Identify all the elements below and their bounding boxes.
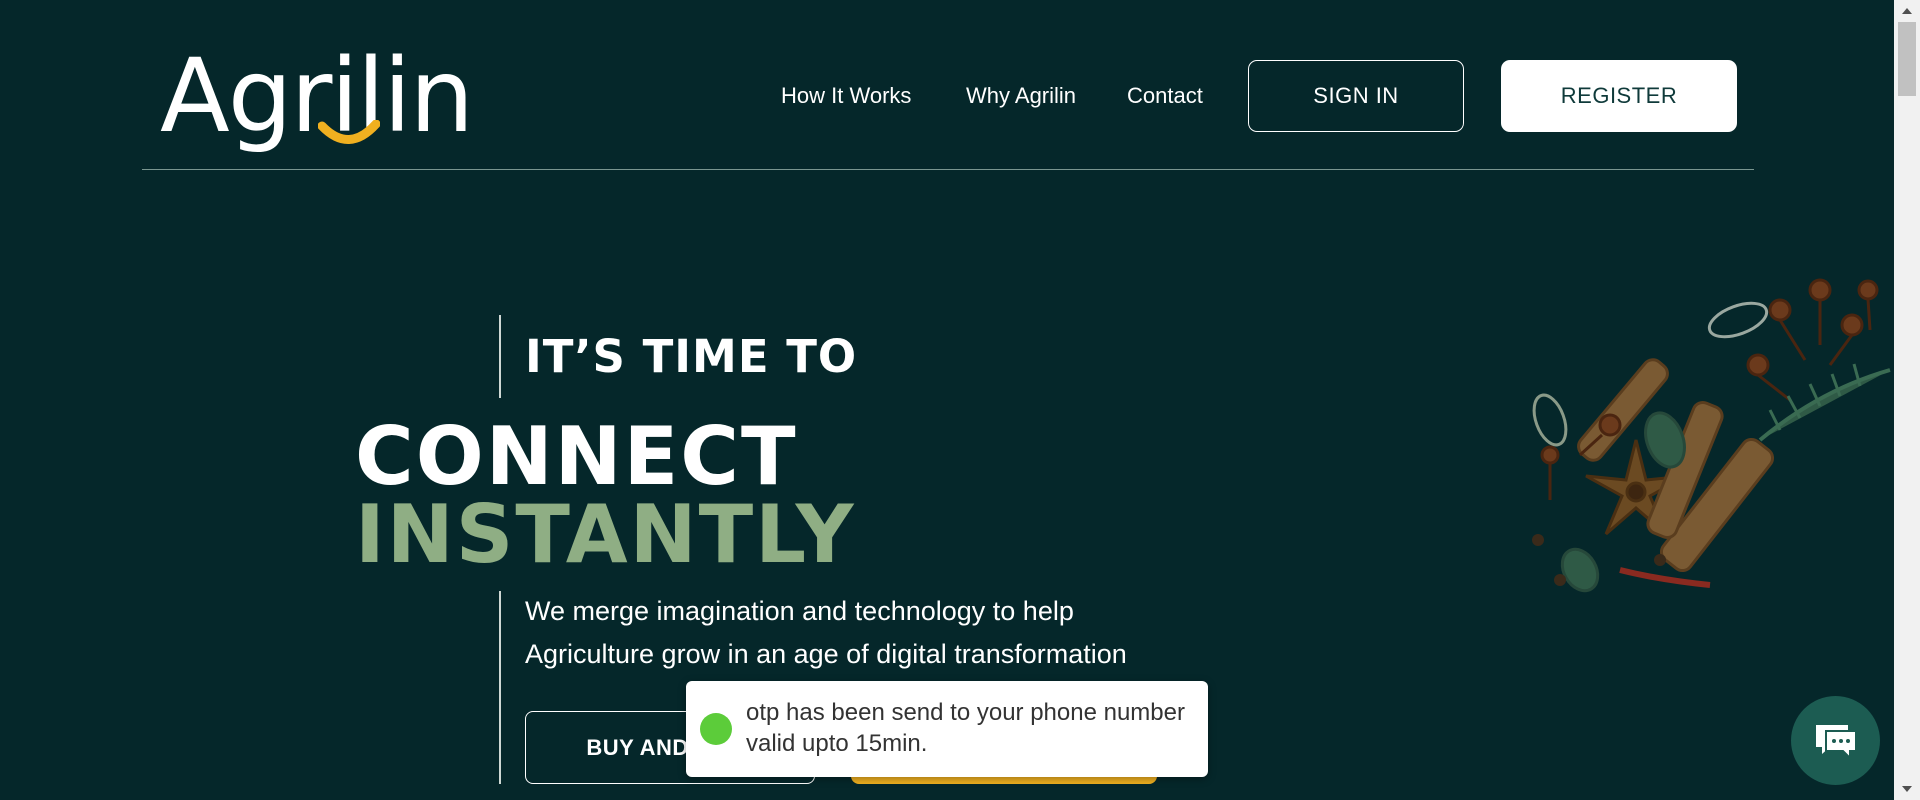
scroll-up-arrow-icon[interactable] [1894,0,1920,22]
nav-why-agrilin[interactable]: Why Agrilin [966,83,1076,109]
otp-toast: otp has been send to your phone number v… [686,681,1208,777]
scrollbar-thumb[interactable] [1898,22,1916,96]
toast-message: otp has been send to your phone number v… [746,699,1185,757]
header-divider [142,169,1754,170]
hero-eyebrow: IT’S TIME TO [525,330,858,383]
success-dot-icon [700,713,732,745]
chat-bubble-icon [1815,724,1857,760]
spices-illustration [1532,278,1891,593]
agrilin-logo[interactable]: Agrilin [160,42,474,152]
hero-subtext: We merge imagination and technology to h… [525,590,1245,676]
vertical-scrollbar[interactable] [1894,0,1920,800]
nav-how-it-works[interactable]: How It Works [781,83,911,109]
hero-headline-instantly: INSTANTLY [355,488,856,581]
nav-contact[interactable]: Contact [1127,83,1203,109]
landing-page: Agrilin How It Works Why Agrilin Contact… [0,0,1894,800]
eyebrow-divider [499,315,501,398]
logo-smile-icon [318,120,380,144]
logo-wordmark: Agrilin [160,37,474,156]
subtext-divider [499,591,501,784]
hero-subtext-line1: We merge imagination and technology to h… [525,596,1074,626]
chat-widget-button[interactable] [1791,696,1880,785]
register-button[interactable]: REGISTER [1501,60,1737,132]
sign-in-button[interactable]: SIGN IN [1248,60,1464,132]
hero-subtext-line2: Agriculture grow in an age of digital tr… [525,639,1127,669]
scroll-down-arrow-icon[interactable] [1894,778,1920,800]
